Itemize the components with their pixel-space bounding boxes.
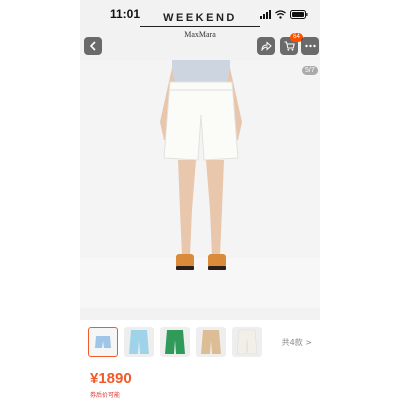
variant-thumb-2[interactable] xyxy=(124,327,154,357)
price-value: ¥1890 xyxy=(90,370,132,387)
model-wearing-shorts-image xyxy=(80,60,320,308)
variant-thumb-1[interactable] xyxy=(88,327,118,357)
product-photo[interactable] xyxy=(80,60,320,308)
cart-button[interactable]: 64 xyxy=(280,33,303,55)
thumb-image xyxy=(201,330,221,354)
brand-name: WEEKEND xyxy=(140,12,260,27)
more-dots-icon xyxy=(304,44,316,48)
brand-subname: MaxMara xyxy=(184,30,216,39)
thumb-image xyxy=(95,336,111,348)
variant-thumb-4[interactable] xyxy=(196,327,226,357)
price-subtext: 券后价可能 xyxy=(90,392,121,399)
share-icon xyxy=(260,41,272,51)
thumb-image xyxy=(129,330,149,354)
cart-icon xyxy=(284,41,295,51)
variant-count-link[interactable]: 共4款 > xyxy=(282,337,312,348)
back-button[interactable] xyxy=(84,37,102,55)
more-button[interactable] xyxy=(301,37,319,55)
battery-icon xyxy=(290,9,308,19)
variant-thumb-3[interactable] xyxy=(160,327,190,357)
share-button[interactable] xyxy=(257,37,275,55)
thumb-image xyxy=(236,329,258,355)
gallery-page-indicator: 5/7 xyxy=(302,66,318,75)
variant-thumbnail-strip: 共4款 > xyxy=(80,320,320,364)
phone-screen: 11:01 WEEKEND MaxMara 64 5/7 共4款 > ¥1890… xyxy=(80,0,320,400)
wifi-icon xyxy=(275,9,286,19)
variant-thumb-5[interactable] xyxy=(232,327,262,357)
signal-icon xyxy=(260,9,271,19)
brand-logo: WEEKEND MaxMara xyxy=(140,12,260,39)
status-time: 11:01 xyxy=(110,7,141,21)
thumb-image xyxy=(165,330,185,354)
price-section: ¥1890 券后价可能 xyxy=(80,364,320,400)
chevron-left-icon xyxy=(89,41,96,51)
status-icons xyxy=(260,9,308,19)
